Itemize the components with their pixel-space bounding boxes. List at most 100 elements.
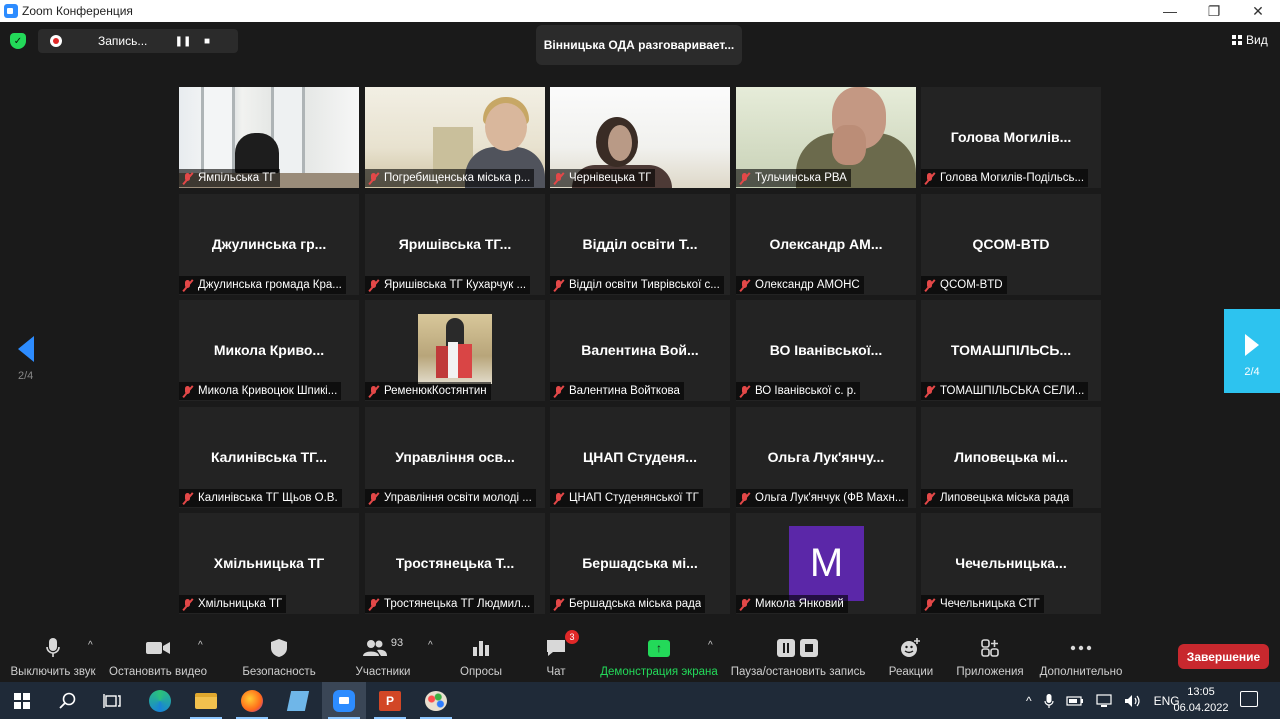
participant-name: Тростянецька ТГ Людмил... — [384, 598, 531, 610]
participant-profile-photo — [418, 314, 492, 384]
share-screen-button[interactable]: ↑ Демонстрация экрана — [600, 636, 718, 678]
volume-icon[interactable] — [1124, 694, 1142, 708]
taskbar-notes[interactable] — [276, 682, 320, 719]
taskbar-powerpoint[interactable]: P — [368, 682, 412, 719]
more-label: Дополнительно — [1039, 666, 1123, 678]
start-button[interactable] — [0, 682, 44, 719]
participant-name: Голова Могилів-Подільсь... — [940, 172, 1085, 184]
participant-tile[interactable]: Відділ освіти Т... Відділ освіти Тиврівсь… — [550, 194, 730, 295]
participant-tile[interactable]: Ольга Лук'янчу... Ольга Лук'янчук (ФВ Мах… — [736, 407, 916, 508]
participant-tile[interactable]: Чечельницька... Чечельницька СТГ — [921, 513, 1101, 614]
participant-tile[interactable]: Олександр AM... Олександр AMOHC — [736, 194, 916, 295]
participant-name: Відділ освіти Тиврівської с... — [569, 279, 720, 291]
participant-tile[interactable]: Валентина Вой... Валентина Войткова — [550, 300, 730, 401]
end-meeting-button[interactable]: Завершение — [1178, 644, 1269, 669]
muted-microphone-icon — [368, 492, 380, 505]
participant-name: Джулинська громада Кра... — [198, 279, 342, 291]
taskbar-paint[interactable] — [414, 682, 458, 719]
network-icon[interactable] — [1096, 693, 1112, 708]
participant-tile[interactable]: Ямпільська ТГ — [179, 87, 359, 188]
polls-chart-icon — [472, 636, 490, 660]
show-hidden-icons-chevron-icon[interactable]: ^ — [1026, 694, 1032, 708]
participant-tile[interactable]: Липовецька мі... Липовецька міська рада — [921, 407, 1101, 508]
polls-label: Опросы — [460, 666, 502, 678]
notifications-icon[interactable] — [1240, 691, 1258, 707]
recording-label: Запись... — [98, 34, 148, 48]
taskbar-edge[interactable] — [138, 682, 182, 719]
participant-tile[interactable]: ТОМАШПІЛЬСЬ... ТОМАШПІЛЬСЬКА СЕЛИ... — [921, 300, 1101, 401]
muted-microphone-icon — [182, 385, 194, 398]
video-options-caret[interactable]: ^ — [198, 640, 203, 651]
pause-stop-recording-button[interactable]: Пауза/остановить запись — [730, 636, 866, 678]
taskbar-clock[interactable]: 13:05 06.04.2022 — [1166, 684, 1236, 716]
close-button[interactable]: ✕ — [1236, 0, 1280, 22]
zoom-app-icon — [4, 4, 18, 18]
pause-recording-button[interactable]: ❚❚ — [174, 32, 192, 50]
participant-tile[interactable]: ВО Іванівської... ВО Іванівської с. р. — [736, 300, 916, 401]
task-view-button[interactable] — [90, 682, 134, 719]
participant-tile[interactable]: ЦНАП Студеня... ЦНАП Студенянської ТГ — [550, 407, 730, 508]
participants-icon: 93 — [362, 636, 403, 660]
share-options-caret[interactable]: ^ — [708, 640, 713, 651]
restore-button[interactable]: ❐ — [1192, 0, 1236, 22]
participant-tile[interactable]: Голова Могилів... Голова Могилів-Подільсь… — [921, 87, 1101, 188]
chat-button[interactable]: 3 Чат — [538, 630, 579, 678]
participant-tile[interactable]: QCOM-BTD QCOM-BTD — [921, 194, 1101, 295]
participant-tile[interactable]: Погребищенська міська р... — [365, 87, 545, 188]
participant-tile[interactable]: Калинівська ТГ... Калинівська ТГ Щьов О.В… — [179, 407, 359, 508]
chat-bubble-icon: 3 — [545, 630, 579, 660]
participants-options-caret[interactable]: ^ — [428, 640, 433, 651]
view-button[interactable]: Вид — [1232, 33, 1268, 47]
participant-name-label: ЦНАП Студенянської ТГ — [550, 489, 703, 507]
participant-name: Яришівська ТГ Кухарчук ... — [384, 279, 527, 291]
participant-name: Олександр AMOHC — [755, 279, 860, 291]
clock-time: 13:05 — [1187, 686, 1215, 698]
reactions-button[interactable]: Реакции — [888, 636, 934, 678]
search-button[interactable] — [46, 682, 90, 719]
polls-button[interactable]: Опросы — [457, 636, 505, 678]
participant-tile[interactable]: Микола Криво... Микола Кривоцюк Шпикі... — [179, 300, 359, 401]
participant-tile[interactable]: Хмільницька ТГ Хмільницька ТГ — [179, 513, 359, 614]
participant-name: Ямпільська ТГ — [198, 172, 276, 184]
stop-recording-button[interactable]: ■ — [198, 32, 216, 50]
minimize-button[interactable]: — — [1148, 0, 1192, 22]
security-button[interactable]: Безопасность — [242, 636, 316, 678]
participant-name-label: Микола Кривоцюк Шпикі... — [179, 382, 342, 400]
muted-microphone-icon — [739, 279, 751, 292]
taskbar-zoom[interactable] — [322, 682, 366, 719]
participant-tile[interactable]: РеменюкКостянтин — [365, 300, 545, 401]
participant-name: ЦНАП Студенянської ТГ — [569, 492, 699, 504]
participant-tile[interactable]: Управління осв... Управління освіти молод… — [365, 407, 545, 508]
participant-name: Липовецька міська рада — [940, 492, 1070, 504]
recording-indicator: Запись... ❚❚ ■ — [38, 29, 238, 53]
apps-button[interactable]: Приложения — [954, 636, 1026, 678]
participant-tile[interactable]: Тростянецька Т... Тростянецька ТГ Людмил.… — [365, 513, 545, 614]
participant-name-label: Погребищенська міська р... — [365, 169, 535, 187]
previous-page-button[interactable]: 2/4 — [12, 336, 44, 396]
mute-button[interactable]: Выключить звук — [8, 636, 98, 678]
audio-options-caret[interactable]: ^ — [88, 640, 93, 651]
participant-name-label: Бершадська міська рада — [550, 595, 706, 613]
apps-label: Приложения — [956, 666, 1024, 678]
participant-tile[interactable]: Чернівецька ТГ — [550, 87, 730, 188]
next-page-button[interactable]: 2/4 — [1224, 309, 1280, 393]
microphone-tray-icon[interactable] — [1044, 693, 1054, 709]
taskbar-file-explorer[interactable] — [184, 682, 228, 719]
muted-microphone-icon — [739, 598, 751, 611]
battery-icon[interactable] — [1066, 695, 1084, 707]
participant-name: Микола Кривоцюк Шпикі... — [198, 385, 338, 397]
stop-video-button[interactable]: Остановить видео — [109, 636, 207, 678]
muted-microphone-icon — [924, 385, 936, 398]
participant-tile[interactable]: Бершадська мі... Бершадська міська рада — [550, 513, 730, 614]
participant-tile[interactable]: Джулинська гр... Джулинська громада Кра..… — [179, 194, 359, 295]
muted-microphone-icon — [924, 492, 936, 505]
taskbar-firefox[interactable] — [230, 682, 274, 719]
participants-label: Участники — [355, 666, 411, 678]
more-button[interactable]: Дополнительно — [1038, 636, 1124, 678]
encryption-shield-icon[interactable]: ✓ — [10, 33, 26, 49]
participants-button[interactable]: 93 Участники — [355, 636, 411, 678]
chat-unread-badge: 3 — [565, 630, 579, 644]
participant-tile[interactable]: Яришівська ТГ... Яришівська ТГ Кухарчук .… — [365, 194, 545, 295]
participant-tile[interactable]: M Микола Янковий — [736, 513, 916, 614]
participant-tile[interactable]: Тульчинська РВА — [736, 87, 916, 188]
